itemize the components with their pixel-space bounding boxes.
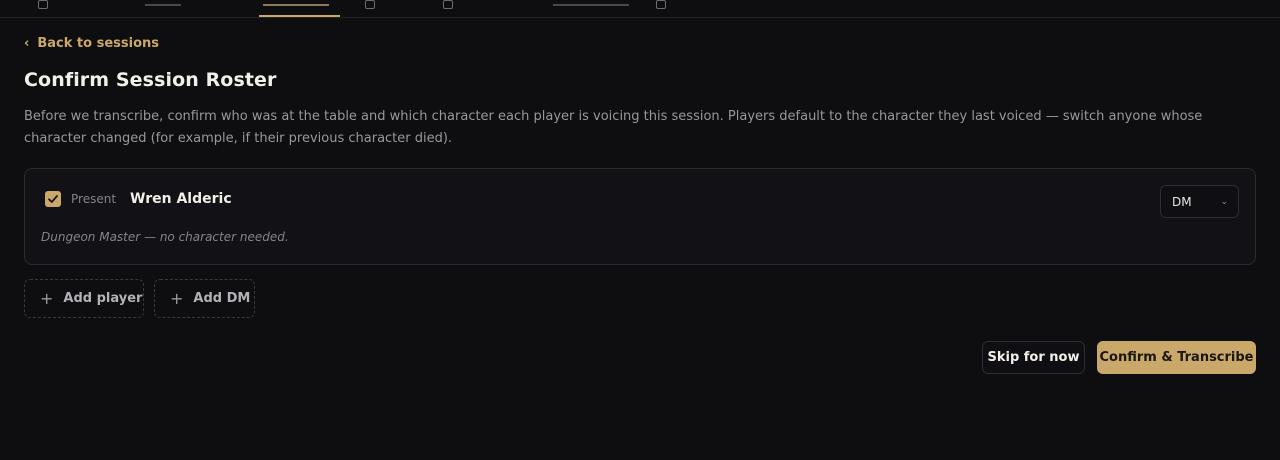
confirm-transcribe-button[interactable]: Confirm & Transcribe [1097,341,1256,374]
present-checkbox[interactable] [45,191,61,207]
add-player-button[interactable]: + Add player [24,279,144,318]
page-title: Confirm Session Roster [24,69,277,91]
player-name: Wren Alderic [130,191,232,207]
plus-icon: + [40,288,54,308]
plus-icon: + [170,288,184,308]
document-icon[interactable] [38,0,52,9]
tab-analytics[interactable] [553,0,633,6]
role-select[interactable]: DM ⌄ [1160,185,1239,218]
role-select-value: DM [1172,194,1192,209]
add-player-label: Add player [63,291,143,306]
present-label: Present [71,192,117,206]
add-dm-label: Add DM [193,291,251,306]
tab-users[interactable] [145,0,185,6]
back-link-label: Back to sessions [37,36,159,51]
grid-icon[interactable] [656,0,670,9]
role-note: Dungeon Master — no character needed. [41,230,289,244]
check-icon [48,195,58,203]
active-tab-indicator [259,15,340,17]
roster-entry: Present Wren Alderic DM ⌄ Dungeon Master… [24,168,1256,265]
skip-button[interactable]: Skip for now [982,341,1085,374]
top-nav [0,0,1280,18]
chevron-down-icon: ⌄ [1220,196,1228,207]
add-dm-button[interactable]: + Add DM [154,279,255,318]
back-to-sessions-link[interactable]: ‹ Back to sessions [24,36,159,51]
chevron-left-icon: ‹ [24,36,30,51]
calendar-icon[interactable] [365,0,379,9]
intro-text: Before we transcribe, confirm who was at… [24,109,1203,146]
notes-icon[interactable] [443,0,457,9]
tab-sessions[interactable] [263,0,333,6]
